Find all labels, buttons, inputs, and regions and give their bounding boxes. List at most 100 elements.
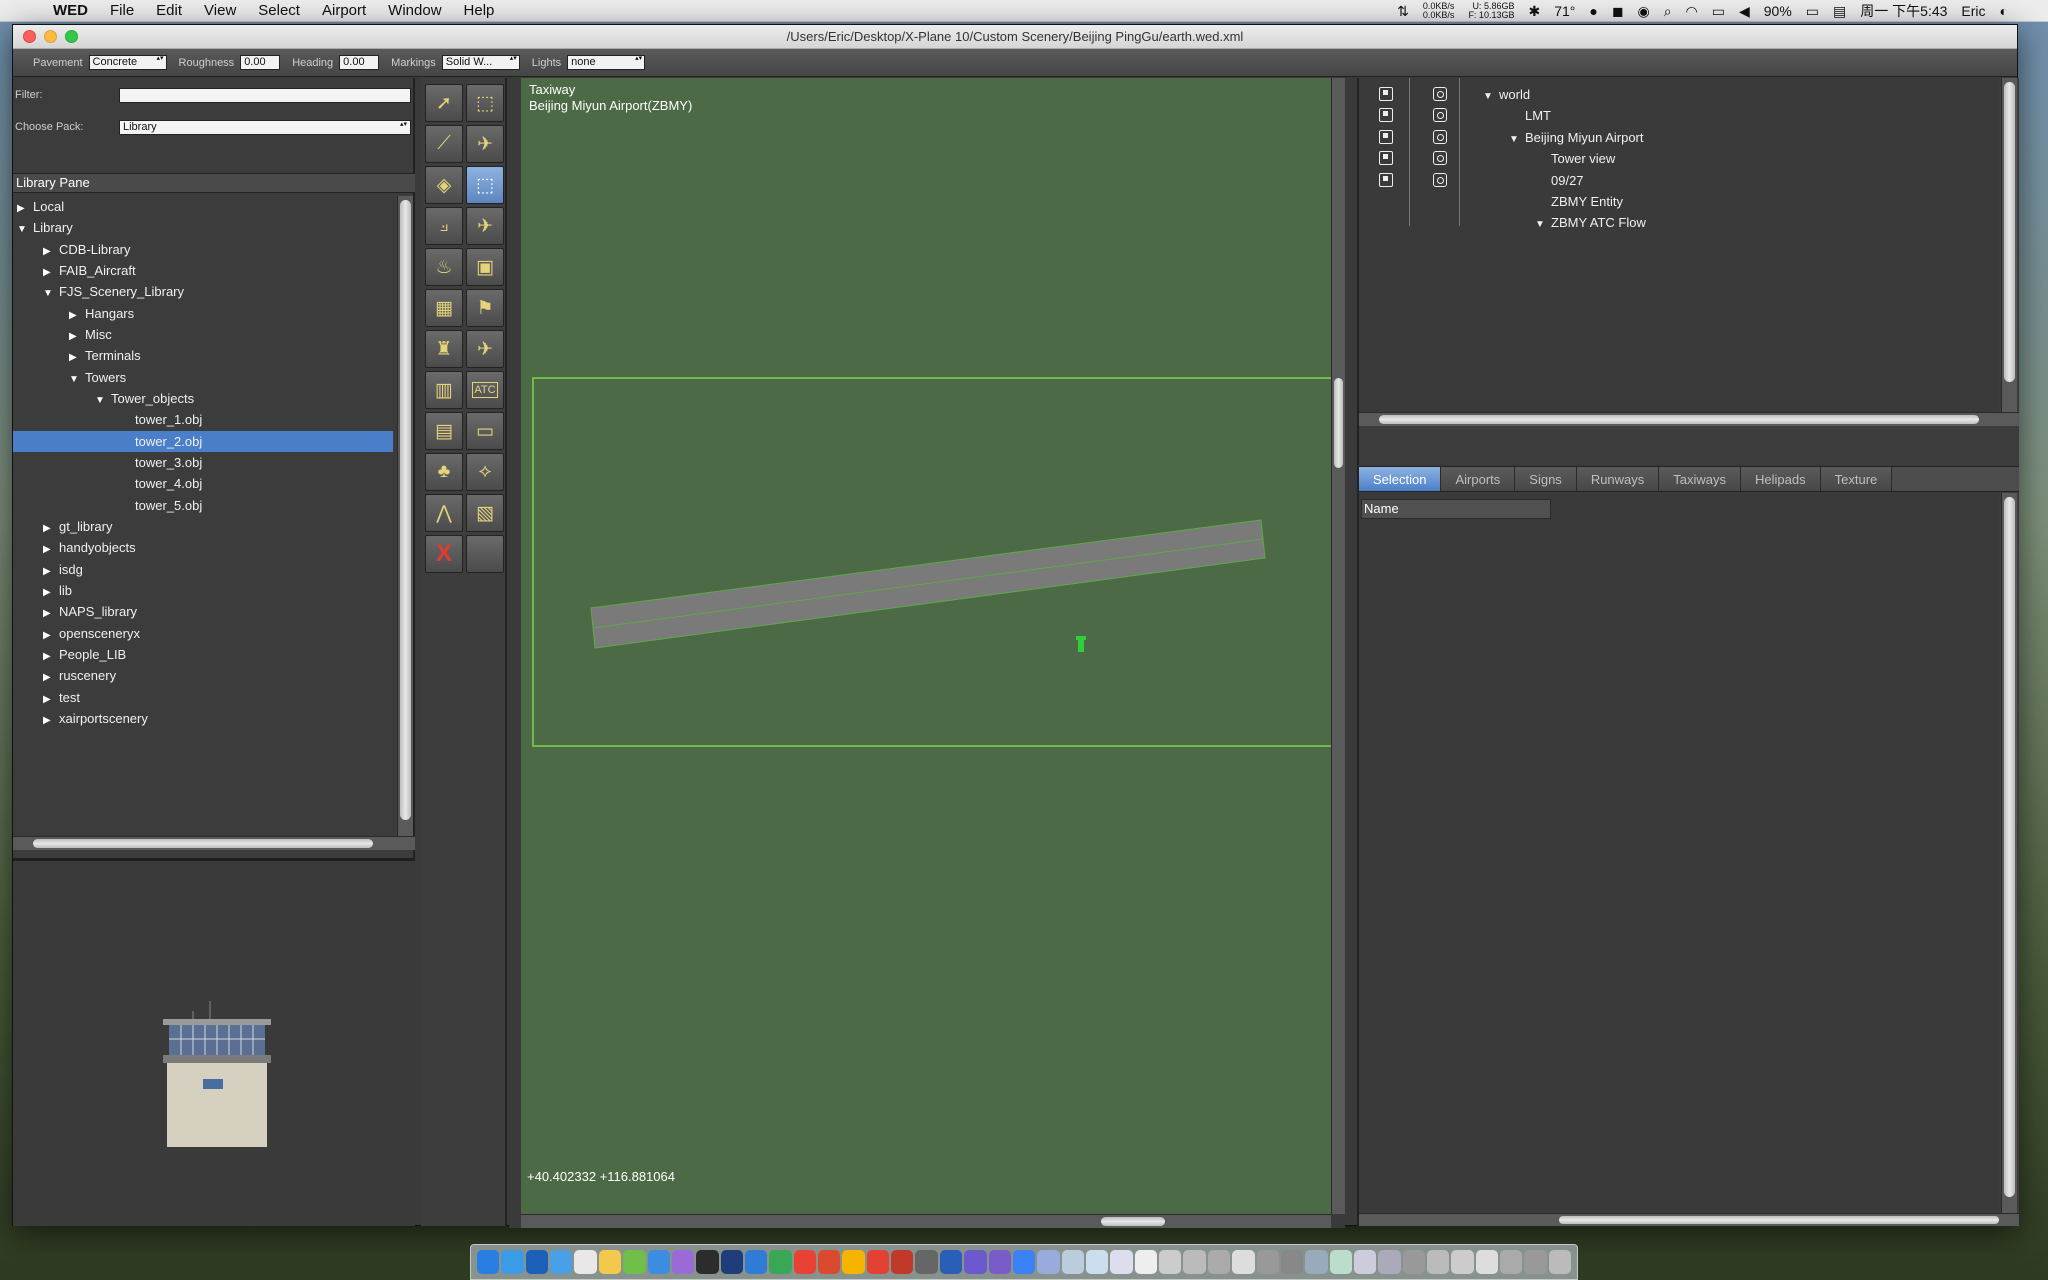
properties-horizontal-scrollbar[interactable]: [1359, 1213, 2019, 1226]
pavement-select[interactable]: Concrete: [88, 55, 167, 70]
disclosure-open-icon[interactable]: ▼: [1535, 214, 1547, 235]
dock-app-icon[interactable]: [1085, 1250, 1109, 1274]
dock-app-icon[interactable]: [964, 1250, 987, 1274]
dock-app-icon[interactable]: [574, 1250, 597, 1274]
library-vertical-scrollbar[interactable]: [397, 196, 413, 836]
dock-app-icon[interactable]: [477, 1250, 500, 1274]
library-tree-item[interactable]: tower_2.obj: [13, 430, 393, 452]
dock-app-icon[interactable]: [988, 1250, 1011, 1274]
dock-app-icon[interactable]: [793, 1250, 817, 1274]
tower-viewpoint-marker[interactable]: [1076, 636, 1086, 652]
network-speed[interactable]: 0.0KB/s 0.0KB/s: [1423, 2, 1455, 20]
hierarchy-hscroll-thumb[interactable]: [1379, 415, 1979, 424]
empty-tool-slot[interactable]: [466, 535, 504, 573]
library-tree-item[interactable]: ▶ People_LIB: [13, 644, 393, 665]
library-tree-item[interactable]: ▼ FJS_Scenery_Library: [13, 281, 393, 302]
library-vscroll-thumb[interactable]: [400, 200, 411, 820]
dock-app-icon[interactable]: [1280, 1250, 1304, 1274]
hierarchy-item[interactable]: ▼ Beijing Miyun Airport: [1509, 127, 1644, 148]
tab-airports[interactable]: Airports: [1441, 467, 1516, 491]
disclosure-closed-icon[interactable]: ▶: [43, 561, 55, 582]
dock-app-icon[interactable]: [1378, 1250, 1401, 1274]
forest-tool[interactable]: ▤: [425, 412, 463, 450]
spotlight-search-icon[interactable]: ⌕: [1664, 3, 1672, 20]
disclosure-closed-icon[interactable]: ▶: [43, 646, 55, 667]
hierarchy-item[interactable]: 09/27: [1535, 170, 1584, 191]
disclosure-open-icon[interactable]: ▼: [17, 219, 29, 240]
dock-app-icon[interactable]: [1256, 1250, 1279, 1274]
object-tool[interactable]: ▦: [425, 289, 463, 327]
chat-icon[interactable]: ◼: [1612, 3, 1624, 20]
disclosure-closed-icon[interactable]: ▶: [69, 326, 81, 347]
visibility-eye-icon[interactable]: [1433, 151, 1447, 166]
wifi-icon[interactable]: ◠: [1686, 3, 1698, 20]
properties-vscroll-thumb[interactable]: [2004, 497, 2015, 1197]
disclosure-closed-icon[interactable]: ▶: [43, 625, 55, 646]
disclosure-open-icon[interactable]: ▼: [43, 283, 55, 304]
dock-app-icon[interactable]: [1061, 1250, 1084, 1274]
disclosure-closed-icon[interactable]: ▶: [69, 305, 81, 326]
library-tree-item[interactable]: ▼ Towers: [13, 367, 393, 388]
tab-texture[interactable]: Texture: [1820, 467, 1893, 491]
library-tree-item[interactable]: ▼ Library: [13, 217, 393, 238]
map-vertical-scrollbar[interactable]: [1331, 78, 1345, 1214]
tab-selection[interactable]: Selection: [1359, 467, 1442, 491]
helipad-tool[interactable]: ✈: [466, 125, 504, 163]
dock-app-icon[interactable]: [598, 1250, 622, 1274]
light-tool[interactable]: ♨: [425, 248, 463, 286]
clock[interactable]: 周一 下午5:43: [1860, 1, 1947, 21]
dock-app-icon[interactable]: [720, 1250, 743, 1274]
menu-select[interactable]: Select: [247, 2, 311, 19]
dock-app-icon[interactable]: [915, 1250, 938, 1274]
tab-signs[interactable]: Signs: [1515, 467, 1577, 491]
library-tree-item[interactable]: ▶ test: [13, 687, 393, 708]
tab-taxiways[interactable]: Taxiways: [1659, 467, 1742, 491]
dock-app-icon[interactable]: [818, 1250, 841, 1274]
disclosure-closed-icon[interactable]: ▶: [43, 689, 55, 710]
flag-us-icon[interactable]: ▤: [1833, 3, 1846, 20]
library-horizontal-scrollbar[interactable]: [13, 836, 415, 850]
library-tree-item[interactable]: ▶ lib: [13, 580, 393, 601]
disclosure-closed-icon[interactable]: ▶: [17, 198, 29, 219]
choose-pack-select[interactable]: Library: [119, 119, 411, 135]
delete-tool[interactable]: X: [425, 535, 463, 573]
dock-app-icon[interactable]: [647, 1250, 670, 1274]
taxiway-tool[interactable]: ⬚: [466, 166, 504, 204]
disclosure-closed-icon[interactable]: ▶: [43, 518, 55, 539]
dock-app-icon[interactable]: [1183, 1250, 1206, 1274]
menu-help[interactable]: Help: [453, 2, 506, 19]
disclosure-closed-icon[interactable]: ▶: [43, 241, 55, 262]
dock-app-icon[interactable]: [842, 1250, 865, 1274]
dock-app-icon[interactable]: [525, 1250, 549, 1274]
tree-tool[interactable]: ♣: [425, 453, 463, 491]
lock-icon[interactable]: [1379, 129, 1393, 144]
dock-app-icon[interactable]: [1159, 1250, 1182, 1274]
dock-app-icon[interactable]: [1037, 1250, 1060, 1274]
library-tree-item[interactable]: ▶ FAIB_Aircraft: [13, 260, 393, 281]
dock-app-icon[interactable]: [671, 1250, 695, 1274]
menu-edit[interactable]: Edit: [145, 2, 193, 19]
sealane-tool[interactable]: ◈: [425, 166, 463, 204]
siri-icon[interactable]: ◐: [2000, 3, 2008, 19]
library-tree-item[interactable]: ▶ handyobjects: [13, 537, 393, 558]
disclosure-closed-icon[interactable]: ▶: [43, 582, 55, 603]
map-vscroll-thumb[interactable]: [1334, 378, 1343, 468]
name-column-header[interactable]: Name: [1361, 499, 1551, 519]
dock-app-icon[interactable]: [891, 1250, 914, 1274]
dock-app-icon[interactable]: [744, 1250, 768, 1274]
dock-app-icon[interactable]: [623, 1250, 646, 1274]
library-tree-item[interactable]: ▶ CDB-Library: [13, 239, 393, 260]
visibility-eye-icon[interactable]: [1433, 129, 1447, 144]
hierarchy-horizontal-scrollbar[interactable]: [1359, 412, 2019, 426]
library-tree-item[interactable]: ▶ isdg: [13, 559, 393, 580]
hierarchy-item[interactable]: ▼ world: [1483, 84, 1530, 105]
markings-select[interactable]: Solid W...: [441, 55, 520, 70]
windsock-tool[interactable]: ⚑: [466, 289, 504, 327]
visibility-eye-icon[interactable]: [1433, 108, 1447, 123]
dock-app-icon[interactable]: [866, 1250, 890, 1274]
tab-helipads[interactable]: Helipads: [1741, 467, 1821, 491]
library-tree-item[interactable]: ▶ Local: [13, 196, 393, 217]
facade-tool[interactable]: ▥: [425, 371, 463, 409]
heading-input[interactable]: 0.00: [339, 55, 380, 70]
disclosure-closed-icon[interactable]: ▶: [43, 539, 55, 560]
